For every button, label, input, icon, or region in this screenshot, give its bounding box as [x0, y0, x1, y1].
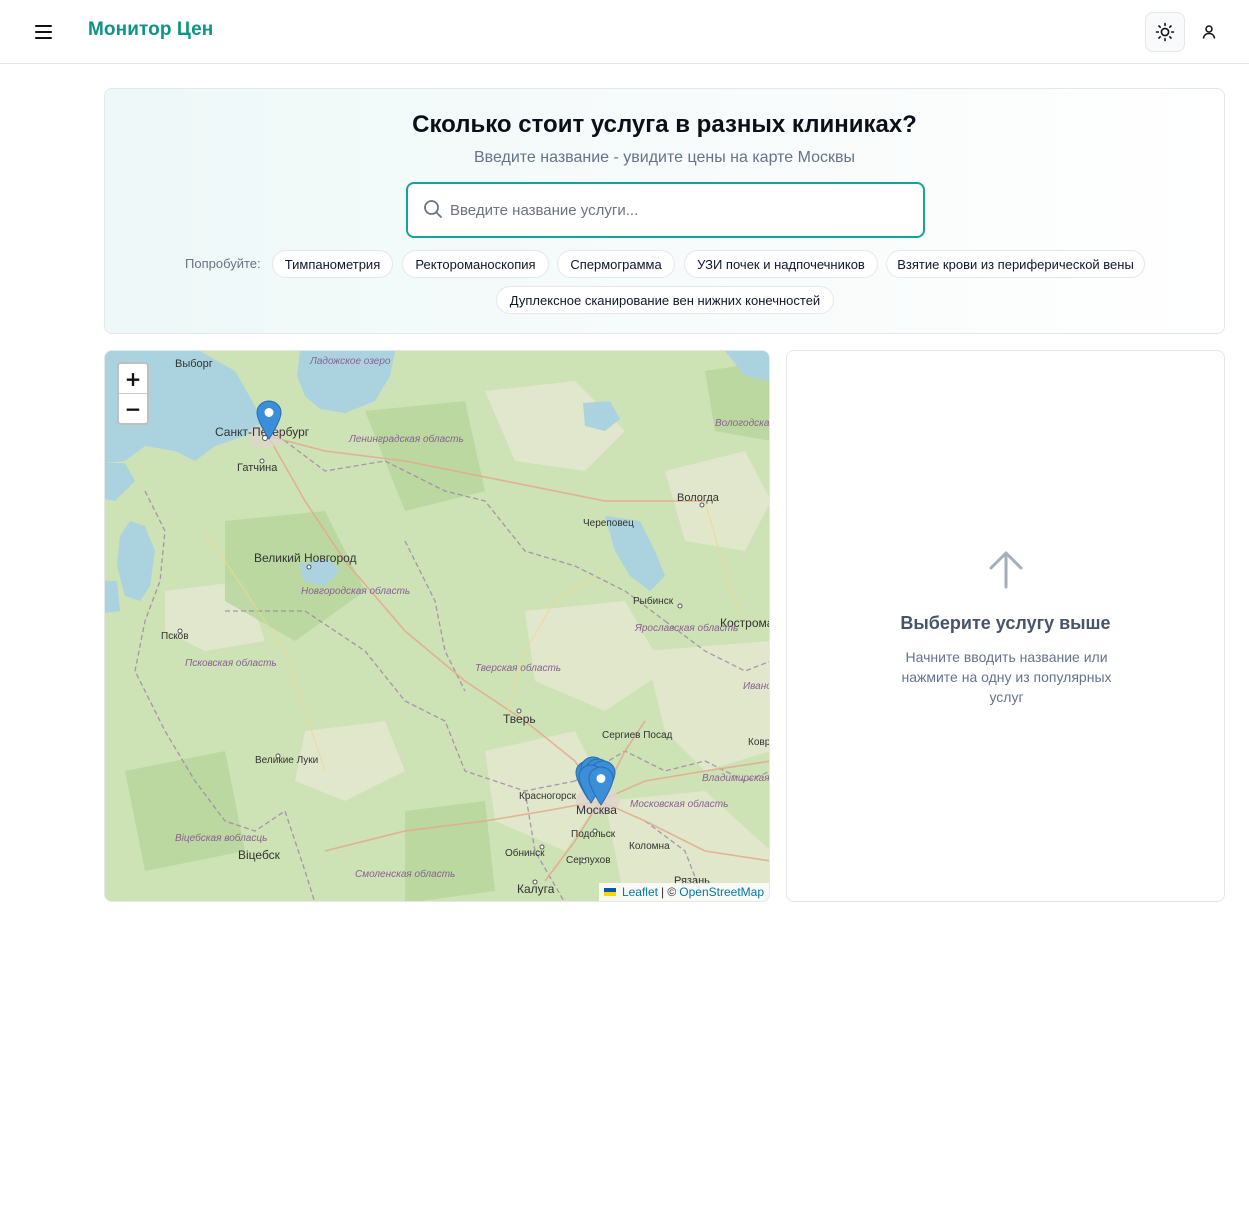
map-label: Обнинск: [505, 847, 545, 859]
map-label: Віцебская вобласць: [175, 832, 267, 844]
map-label: Віцебск: [238, 848, 281, 862]
brand-logo[interactable]: Монитор Цен: [88, 19, 213, 41]
page-title: Сколько стоит услуга в разных клиниках?: [412, 111, 917, 138]
map-tiles: Выборг Санкт-Петербург Гатчина Вологда Ч…: [105, 351, 770, 901]
map-label: Ковров: [748, 737, 770, 748]
map-label: Вологда: [677, 492, 720, 504]
leaflet-link[interactable]: Leaflet: [622, 885, 658, 899]
chip-service[interactable]: Спермограмма: [557, 250, 675, 278]
search-icon: [424, 200, 442, 218]
map-view[interactable]: Выборг Санкт-Петербург Гатчина Вологда Ч…: [104, 350, 770, 902]
chip-service[interactable]: Ректороманоскопия: [402, 250, 549, 278]
map-label: Тверь: [503, 712, 536, 726]
map-label: Смоленская область: [355, 868, 455, 880]
user-button[interactable]: [1193, 16, 1225, 48]
chip-service[interactable]: УЗИ почек и надпочечников: [684, 250, 878, 278]
map-label: Череповец: [583, 518, 634, 529]
zoom-out-button[interactable]: −: [119, 394, 147, 423]
openstreetmap-link[interactable]: OpenStreetMap: [679, 885, 764, 899]
zoom-control: + −: [117, 362, 149, 425]
page-subtitle: Введите название - увидите цены на карте…: [473, 149, 856, 166]
ukraine-flag-icon: [603, 888, 616, 896]
map-label: Коломна: [629, 841, 670, 852]
map-label: Тверская область: [475, 662, 561, 674]
map-label: Ивановская область: [743, 680, 770, 692]
search-input[interactable]: [450, 184, 910, 236]
search-hero-card: Сколько стоит услуга в разных клиниках? …: [104, 88, 1225, 334]
chip-service[interactable]: Взятие крови из периферической вены: [886, 250, 1145, 278]
map-label: Великий Новгород: [254, 551, 357, 565]
map-label: Сергиев Посад: [602, 730, 673, 741]
theme-toggle-button[interactable]: [1145, 12, 1185, 52]
map-attribution: Leaflet | © OpenStreetMap: [598, 883, 769, 901]
map-label: Новгородская область: [301, 585, 410, 597]
map-label: Выборг: [175, 358, 213, 370]
top-bar: Монитор Цен: [0, 0, 1249, 64]
map-label: Московская область: [630, 798, 728, 810]
map-label: Ладожское озеро: [309, 356, 391, 367]
empty-state-text: Начните вводить название или нажмите на …: [901, 649, 1112, 705]
map-label: Вологодская область: [715, 417, 770, 429]
map-label: Серпухов: [566, 855, 611, 866]
zoom-in-button[interactable]: +: [119, 364, 147, 394]
results-panel: Выберите услугу выше Начните вводить наз…: [786, 350, 1225, 902]
menu-icon: [35, 25, 52, 39]
map-label: Псковская область: [185, 657, 277, 669]
try-label: Попробуйте:: [185, 256, 261, 271]
attribution-separator: | ©: [660, 885, 677, 899]
map-label: Рыбинск: [633, 595, 674, 607]
map-label: Великие Луки: [255, 755, 318, 766]
map-label: Ярославская область: [634, 622, 738, 634]
search-box[interactable]: [406, 182, 925, 238]
map-label: Гатчина: [237, 462, 278, 474]
map-label: Ленинградская область: [348, 433, 464, 445]
chip-service[interactable]: Дуплексное сканирование вен нижних конеч…: [496, 286, 834, 314]
chip-service[interactable]: Тимпанометрия: [272, 250, 393, 278]
map-label: Москва: [576, 803, 617, 817]
arrow-up-icon: [989, 551, 1023, 589]
map-label: Красногорск: [519, 791, 577, 802]
sun-icon: [1155, 22, 1175, 42]
user-icon: [1202, 25, 1216, 39]
map-label: Псков: [161, 631, 189, 642]
menu-button[interactable]: [28, 16, 60, 48]
map-label: Владимирская область: [702, 772, 770, 784]
empty-state-title: Выберите услугу выше: [900, 613, 1111, 633]
